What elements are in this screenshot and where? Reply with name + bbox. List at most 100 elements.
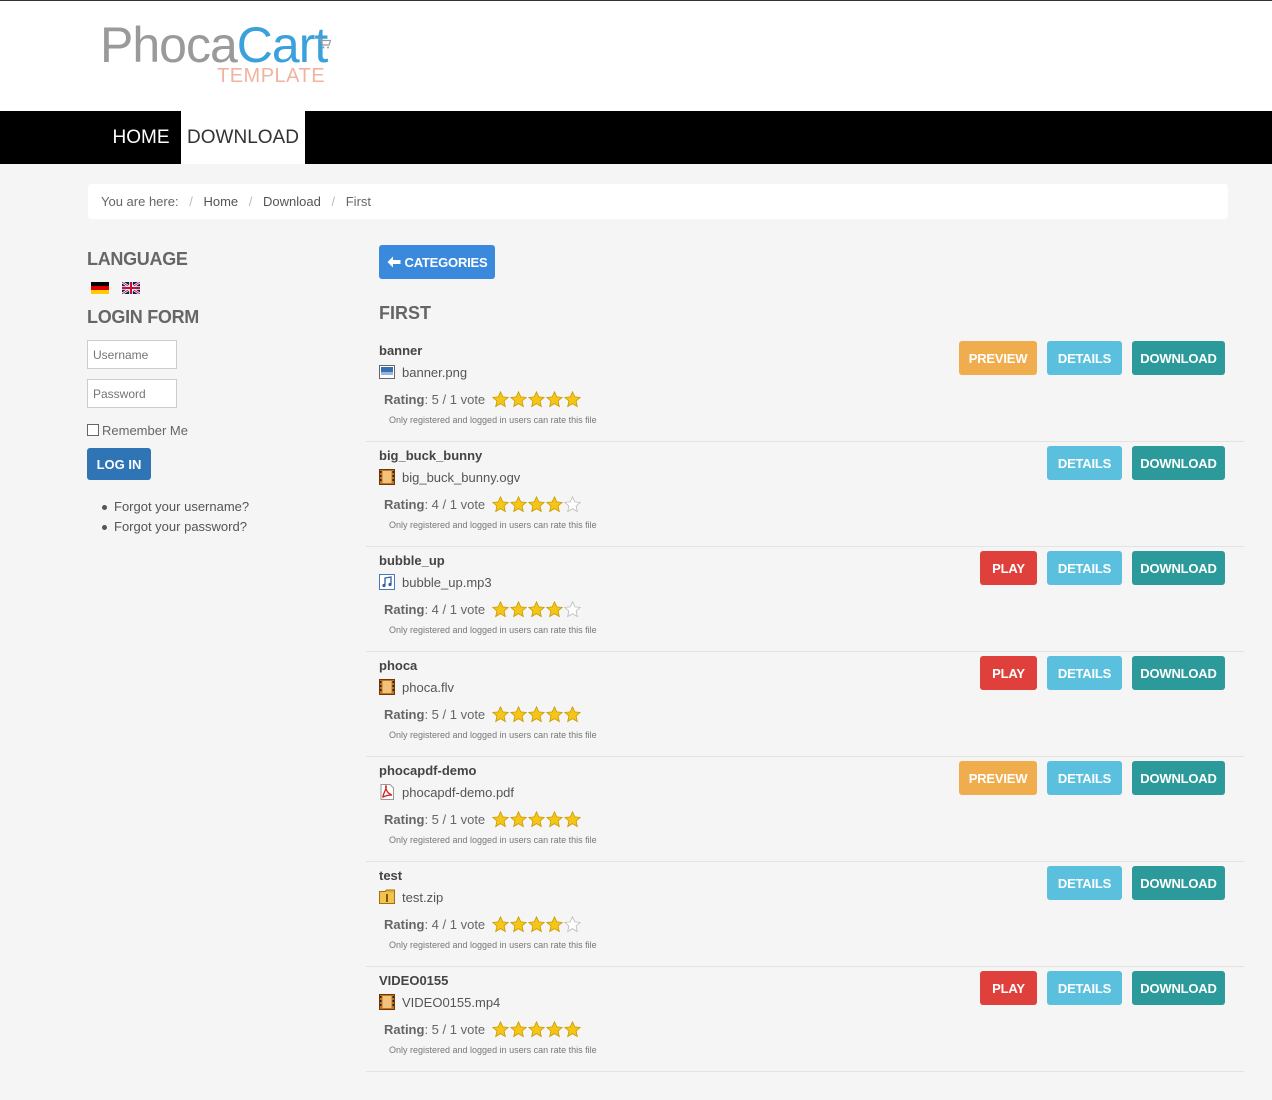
star-filled-icon[interactable] — [492, 1020, 510, 1038]
file-name-line: bubble_up.mp3 — [379, 574, 492, 590]
site-logo[interactable]: PhocaCart TEMPLATE — [100, 19, 340, 89]
star-filled-icon[interactable] — [510, 705, 528, 723]
download-button[interactable]: DOWNLOAD — [1132, 971, 1225, 1005]
file-name-line: phoca.flv — [379, 679, 454, 695]
star-filled-icon[interactable] — [510, 810, 528, 828]
star-filled-icon[interactable] — [564, 810, 582, 828]
file-name-line: test.zip — [379, 889, 443, 905]
star-filled-icon[interactable] — [546, 390, 564, 408]
remember-me-label: Remember Me — [102, 422, 188, 438]
download-button[interactable]: DOWNLOAD — [1132, 341, 1225, 375]
file-list: banner banner.png Rating : 5 / 1 vote On… — [366, 337, 1244, 1072]
star-filled-icon[interactable] — [528, 390, 546, 408]
site-header: PhocaCart TEMPLATE — [0, 1, 1272, 111]
star-filled-icon[interactable] — [528, 495, 546, 513]
file-actions: DETAILS DOWNLOAD — [1047, 446, 1225, 480]
star-filled-icon[interactable] — [510, 600, 528, 618]
star-filled-icon[interactable] — [492, 495, 510, 513]
star-filled-icon[interactable] — [528, 705, 546, 723]
file-title[interactable]: VIDEO0155 — [379, 973, 448, 988]
download-button[interactable]: DOWNLOAD — [1132, 446, 1225, 480]
rating-stars — [492, 810, 582, 828]
details-button[interactable]: DETAILS — [1047, 341, 1122, 375]
file-title[interactable]: bubble_up — [379, 553, 445, 568]
file-title[interactable]: phoca — [379, 658, 417, 673]
logo-subtitle: TEMPLATE — [217, 65, 326, 87]
star-empty-icon[interactable] — [564, 495, 582, 513]
file-title[interactable]: big_buck_bunny — [379, 448, 482, 463]
details-button[interactable]: DETAILS — [1047, 866, 1122, 900]
file-name: phoca.flv — [402, 679, 455, 695]
star-filled-icon[interactable] — [528, 915, 546, 933]
password-input[interactable] — [87, 379, 177, 408]
details-button[interactable]: DETAILS — [1047, 446, 1122, 480]
star-filled-icon[interactable] — [510, 1020, 528, 1038]
breadcrumb-home[interactable]: Home — [203, 194, 238, 209]
remember-me-checkbox[interactable] — [87, 424, 99, 436]
zip-file-icon — [379, 889, 395, 904]
star-filled-icon[interactable] — [510, 390, 528, 408]
rating-note: Only registered and logged in users can … — [389, 730, 597, 740]
star-filled-icon[interactable] — [492, 705, 510, 723]
details-button[interactable]: DETAILS — [1047, 971, 1122, 1005]
file-name-line: big_buck_bunny.ogv — [379, 469, 520, 485]
star-filled-icon[interactable] — [528, 1020, 546, 1038]
star-filled-icon[interactable] — [528, 810, 546, 828]
star-empty-icon[interactable] — [564, 600, 582, 618]
nav-download[interactable]: DOWNLOAD — [181, 111, 305, 164]
file-row: big_buck_bunny big_buck_bunny.ogv Rating… — [366, 442, 1244, 547]
star-empty-icon[interactable] — [564, 915, 582, 933]
file-rating: Rating : 5 / 1 vote — [384, 809, 582, 829]
rating-label: Rating — [384, 706, 425, 722]
star-filled-icon[interactable] — [492, 600, 510, 618]
play-button[interactable]: PLAY — [980, 971, 1037, 1005]
star-filled-icon[interactable] — [492, 390, 510, 408]
star-filled-icon[interactable] — [546, 1020, 564, 1038]
star-filled-icon[interactable] — [564, 705, 582, 723]
arrow-left-icon — [387, 256, 400, 268]
star-filled-icon[interactable] — [492, 810, 510, 828]
details-button[interactable]: DETAILS — [1047, 551, 1122, 585]
forgot-password-link[interactable]: Forgot your password? — [102, 517, 347, 537]
download-button[interactable]: DOWNLOAD — [1132, 656, 1225, 690]
play-button[interactable]: PLAY — [980, 656, 1037, 690]
username-input[interactable] — [87, 340, 177, 369]
details-button[interactable]: DETAILS — [1047, 761, 1122, 795]
remember-me: Remember Me — [87, 422, 347, 438]
rating-stars — [492, 390, 582, 408]
download-button[interactable]: DOWNLOAD — [1132, 761, 1225, 795]
breadcrumb-download[interactable]: Download — [263, 194, 321, 209]
file-title[interactable]: banner — [379, 343, 422, 358]
star-filled-icon[interactable] — [564, 1020, 582, 1038]
star-filled-icon[interactable] — [528, 600, 546, 618]
star-filled-icon[interactable] — [546, 705, 564, 723]
download-button[interactable]: DOWNLOAD — [1132, 866, 1225, 900]
rating-value: : 5 / 1 vote — [424, 391, 486, 407]
star-filled-icon[interactable] — [546, 915, 564, 933]
categories-button[interactable]: CATEGORIES — [379, 245, 495, 279]
star-filled-icon[interactable] — [492, 915, 510, 933]
rating-value: : 5 / 1 vote — [424, 706, 486, 722]
file-name: phocapdf-demo.pdf — [402, 784, 515, 800]
star-filled-icon[interactable] — [546, 495, 564, 513]
play-button[interactable]: PLAY — [980, 551, 1037, 585]
nav-home[interactable]: HOME — [101, 111, 181, 164]
star-filled-icon[interactable] — [510, 915, 528, 933]
forgot-username-link[interactable]: Forgot your username? — [102, 497, 347, 517]
rating-label: Rating — [384, 496, 425, 512]
star-filled-icon[interactable] — [546, 810, 564, 828]
preview-button[interactable]: PREVIEW — [959, 761, 1037, 795]
download-button[interactable]: DOWNLOAD — [1132, 551, 1225, 585]
german-flag-icon[interactable] — [91, 282, 109, 294]
star-filled-icon[interactable] — [546, 600, 564, 618]
file-title[interactable]: test — [379, 868, 402, 883]
main-nav: HOME DOWNLOAD — [0, 111, 1272, 164]
star-filled-icon[interactable] — [564, 390, 582, 408]
login-button[interactable]: LOG IN — [87, 448, 151, 480]
uk-flag-icon[interactable] — [122, 282, 140, 294]
star-filled-icon[interactable] — [510, 495, 528, 513]
details-button[interactable]: DETAILS — [1047, 656, 1122, 690]
file-title[interactable]: phocapdf-demo — [379, 763, 477, 778]
preview-button[interactable]: PREVIEW — [959, 341, 1037, 375]
breadcrumb-current: First — [345, 194, 372, 209]
